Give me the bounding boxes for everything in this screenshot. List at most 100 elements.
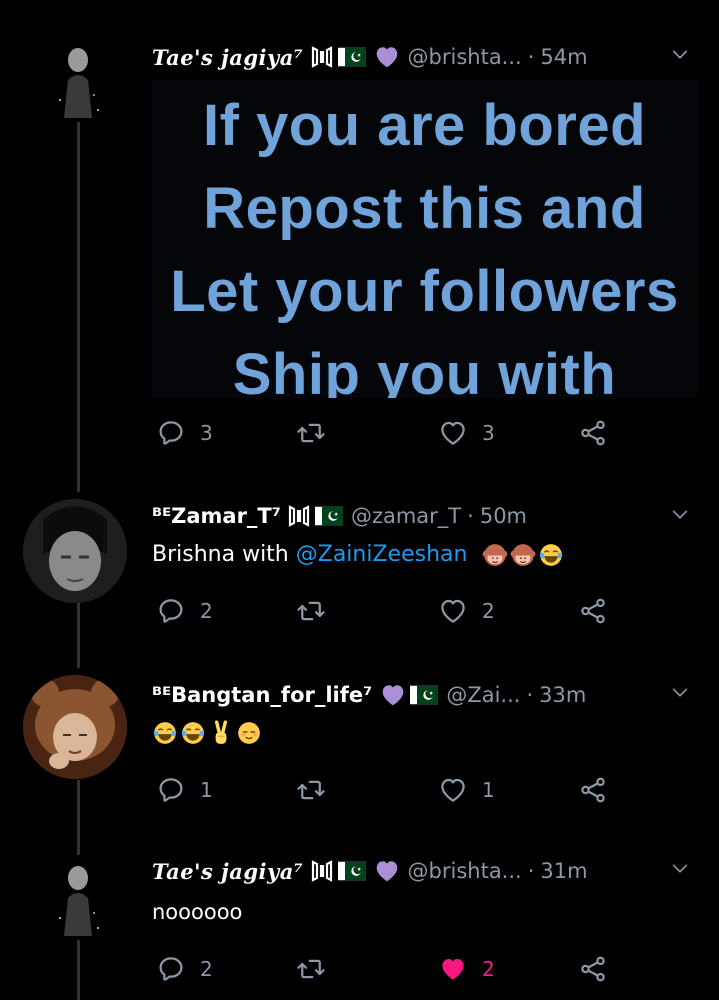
like-button[interactable]: 2 xyxy=(438,954,495,984)
retweet-icon xyxy=(296,418,326,448)
tweet-actions: 3 3 xyxy=(152,418,622,452)
handle[interactable]: @zamar_T xyxy=(351,504,461,528)
tweet[interactable]: ᴮᴱZamar_T⁷ @zamar_T · 50m Brishna with @… xyxy=(0,490,719,660)
share-button[interactable] xyxy=(578,775,608,805)
handle[interactable]: @brishta... xyxy=(408,45,522,69)
separator-dot: · xyxy=(467,504,474,528)
see-no-evil-monkey-icon xyxy=(510,542,536,568)
avatar[interactable] xyxy=(23,675,127,779)
see-no-evil-monkey-icon xyxy=(482,542,508,568)
share-button[interactable] xyxy=(578,954,608,984)
avatar[interactable] xyxy=(50,858,106,938)
reply-button[interactable]: 2 xyxy=(156,596,213,626)
like-count: 2 xyxy=(482,599,495,623)
tears-of-joy-icon xyxy=(538,542,564,568)
avatar[interactable] xyxy=(50,40,106,120)
like-count: 3 xyxy=(482,421,495,445)
reply-count: 2 xyxy=(200,957,213,981)
retweet-icon xyxy=(296,775,326,805)
share-icon xyxy=(578,775,608,805)
pakistan-flag-icon xyxy=(338,47,366,67)
reply-icon xyxy=(156,596,186,626)
bts-logo-icon xyxy=(287,504,311,528)
separator-dot: · xyxy=(527,859,535,883)
chevron-down-icon[interactable] xyxy=(669,858,691,880)
reply-icon xyxy=(156,954,186,984)
tweet-actions: 1 1 xyxy=(152,775,622,809)
heart-filled-icon xyxy=(438,954,468,984)
tweet-text-prefix: Brishna with xyxy=(152,542,296,567)
pakistan-flag-icon xyxy=(315,506,343,526)
tweet-actions: 2 2 xyxy=(152,596,622,630)
reply-icon xyxy=(156,775,186,805)
tweet-image[interactable]: If you are bored Repost this and Let you… xyxy=(152,80,697,398)
reply-count: 3 xyxy=(200,421,213,445)
chevron-down-icon[interactable] xyxy=(669,682,691,704)
tweet[interactable]: Tae's jagiya⁷ @brishta... · 31m noooooo … xyxy=(0,838,719,1000)
retweet-icon xyxy=(296,596,326,626)
pakistan-flag-icon xyxy=(338,861,366,881)
chevron-down-icon[interactable] xyxy=(669,504,691,526)
reply-count: 1 xyxy=(200,778,213,802)
heart-icon xyxy=(438,418,468,448)
tweet-actions: 2 2 xyxy=(152,954,622,988)
tweet[interactable]: ᴮᴱBangtan_for_life⁷ @Zai... · 33m 1 1 xyxy=(0,668,719,838)
mention-link[interactable]: @ZainiZeeshan xyxy=(296,542,468,567)
tweet-header: Tae's jagiya⁷ @brishta... · 54m xyxy=(152,44,588,70)
purple-heart-icon xyxy=(380,682,406,708)
retweet-button[interactable] xyxy=(296,596,340,626)
share-icon xyxy=(578,954,608,984)
retweet-button[interactable] xyxy=(296,775,340,805)
tweet-header: Tae's jagiya⁷ @brishta... · 31m xyxy=(152,858,588,884)
separator-dot: · xyxy=(527,45,535,69)
timestamp[interactable]: 50m xyxy=(480,504,527,528)
heart-icon xyxy=(438,596,468,626)
timestamp[interactable]: 54m xyxy=(540,45,587,69)
reply-button[interactable]: 2 xyxy=(156,954,213,984)
like-button[interactable]: 3 xyxy=(438,418,495,448)
image-text-line: Let your followers xyxy=(170,259,679,324)
like-button[interactable]: 1 xyxy=(438,775,495,805)
bts-logo-icon xyxy=(310,45,334,69)
reply-count: 2 xyxy=(200,599,213,623)
avatar[interactable] xyxy=(23,499,127,603)
reply-icon xyxy=(156,418,186,448)
chevron-down-icon[interactable] xyxy=(669,44,691,66)
tears-of-joy-icon xyxy=(180,720,206,746)
display-name[interactable]: Tae's jagiya⁷ xyxy=(152,859,304,884)
retweet-button[interactable] xyxy=(296,954,340,984)
tweet-text: Brishna with @ZainiZeeshan xyxy=(152,542,564,568)
reply-button[interactable]: 1 xyxy=(156,775,213,805)
retweet-button[interactable] xyxy=(296,418,340,448)
purple-heart-icon xyxy=(374,858,400,884)
bts-logo-icon xyxy=(310,859,334,883)
like-count: 1 xyxy=(482,778,495,802)
victory-hand-icon xyxy=(208,720,234,746)
timestamp[interactable]: 33m xyxy=(539,683,586,707)
display-name[interactable]: ᴮᴱBangtan_for_life⁷ xyxy=(152,683,372,707)
display-name[interactable]: Tae's jagiya⁷ xyxy=(152,45,304,70)
tweet-header: ᴮᴱBangtan_for_life⁷ @Zai... · 33m xyxy=(152,682,586,708)
handle[interactable]: @brishta... xyxy=(408,859,522,883)
reply-button[interactable]: 3 xyxy=(156,418,213,448)
timestamp[interactable]: 31m xyxy=(540,859,587,883)
image-text-line: If you are bored xyxy=(202,93,647,158)
heart-icon xyxy=(438,775,468,805)
image-text-line: Repost this and xyxy=(203,176,646,241)
tweet-text: noooooo xyxy=(152,900,243,924)
relieved-face-icon xyxy=(236,720,262,746)
display-name[interactable]: ᴮᴱZamar_T⁷ xyxy=(152,504,281,528)
share-button[interactable] xyxy=(578,418,608,448)
image-text-line: Ship you with xyxy=(232,342,617,398)
tweet[interactable]: Tae's jagiya⁷ @brishta... · 54m If you a… xyxy=(0,0,719,490)
like-button[interactable]: 2 xyxy=(438,596,495,626)
pakistan-flag-icon xyxy=(410,685,438,705)
share-button[interactable] xyxy=(578,596,608,626)
share-icon xyxy=(578,418,608,448)
purple-heart-icon xyxy=(374,44,400,70)
tweet-text xyxy=(152,720,262,746)
share-icon xyxy=(578,596,608,626)
retweet-icon xyxy=(296,954,326,984)
handle[interactable]: @Zai... xyxy=(446,683,520,707)
tweet-header: ᴮᴱZamar_T⁷ @zamar_T · 50m xyxy=(152,504,527,528)
